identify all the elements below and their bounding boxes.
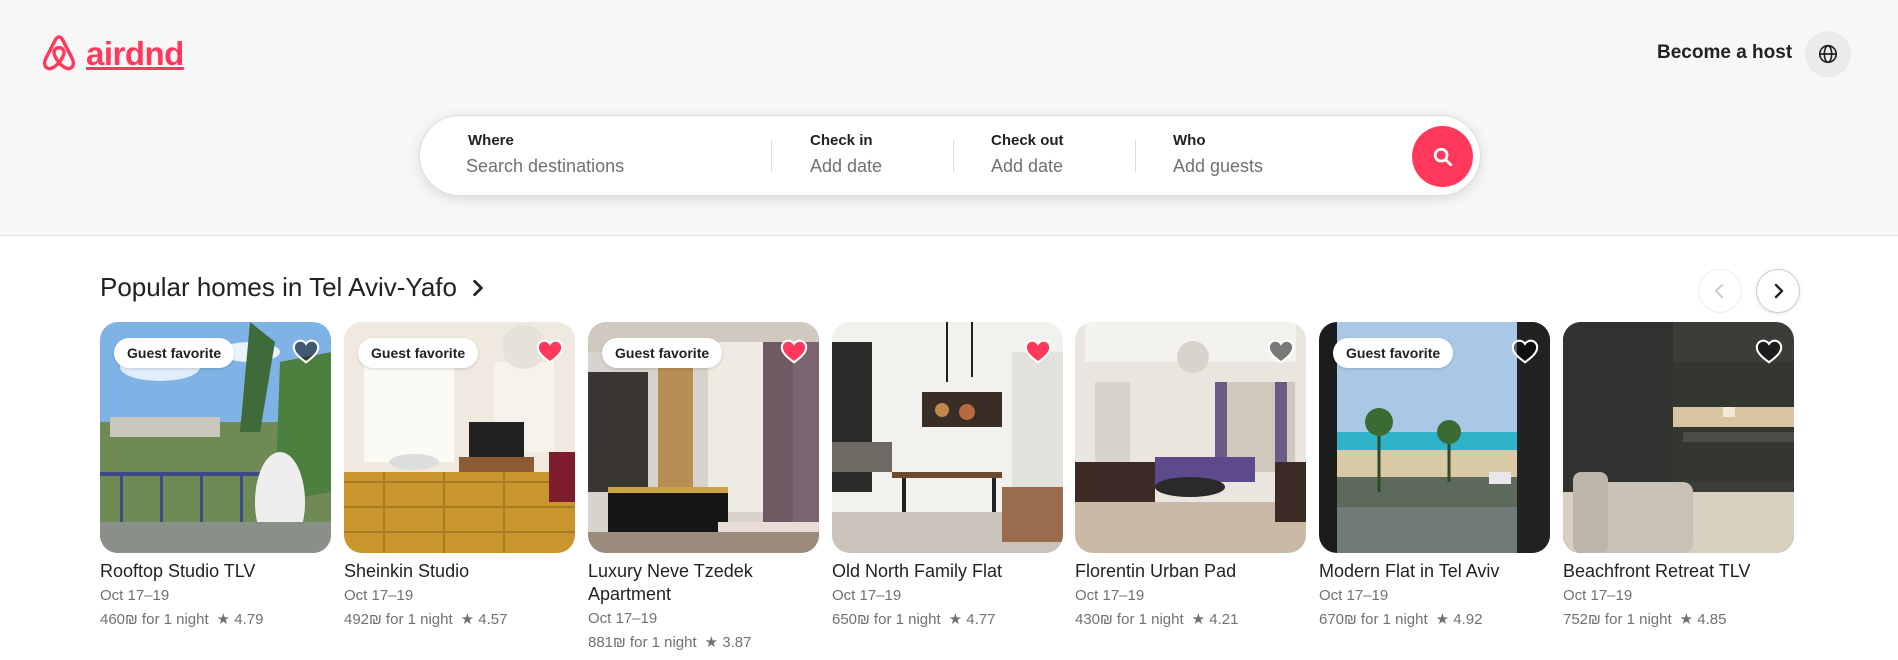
heart-icon[interactable] bbox=[291, 336, 321, 366]
listing-price: 670₪ for 1 night bbox=[1319, 611, 1428, 628]
listing-price-rating: 752₪ for 1 night ★ 4.85 bbox=[1563, 610, 1794, 630]
listing-title[interactable]: Modern Flat in Tel Aviv bbox=[1319, 560, 1550, 583]
listing-card[interactable]: Guest favorite Luxury Neve Tzedek Apartm… bbox=[588, 322, 819, 653]
listing-photo[interactable]: Guest favorite bbox=[100, 322, 331, 553]
listing-rating: 3.87 bbox=[722, 634, 752, 651]
checkin-input[interactable]: Add date bbox=[810, 156, 882, 177]
guest-favorite-badge: Guest favorite bbox=[358, 338, 479, 368]
listing-rating: 4.57 bbox=[478, 611, 508, 628]
search-bar: Where Search destinations Check in Add d… bbox=[419, 115, 1481, 196]
listing-card[interactable]: Guest favorite Sheinkin Studio Oct 17–19… bbox=[344, 322, 575, 630]
search-icon bbox=[1433, 147, 1452, 166]
listing-rating: 4.21 bbox=[1209, 611, 1239, 628]
star-icon: ★ bbox=[948, 611, 963, 628]
heart-icon[interactable] bbox=[535, 336, 565, 366]
listing-price: 492₪ for 1 night bbox=[344, 611, 453, 628]
logo[interactable]: airdnd bbox=[38, 33, 184, 75]
checkin-field[interactable]: Check in Add date bbox=[772, 116, 952, 197]
listing-price-rating: 650₪ for 1 night ★ 4.77 bbox=[832, 610, 1063, 630]
listing-dates: Oct 17–19 bbox=[832, 587, 902, 604]
heart-icon[interactable] bbox=[779, 336, 809, 366]
listing-price: 460₪ for 1 night bbox=[100, 611, 209, 628]
listing-title[interactable]: Beachfront Retreat TLV bbox=[1563, 560, 1794, 583]
guest-favorite-badge: Guest favorite bbox=[114, 338, 235, 368]
listing-photo[interactable]: Guest favorite bbox=[344, 322, 575, 553]
star-icon: ★ bbox=[460, 611, 475, 628]
listing-dates: Oct 17–19 bbox=[344, 587, 414, 604]
listing-title[interactable]: Sheinkin Studio bbox=[344, 560, 575, 583]
listing-dates: Oct 17–19 bbox=[100, 587, 170, 604]
listing-price-rating: 430₪ for 1 night ★ 4.21 bbox=[1075, 610, 1306, 630]
listing-price-rating: 492₪ for 1 night ★ 4.57 bbox=[344, 610, 575, 630]
listing-rating: 4.85 bbox=[1697, 611, 1727, 628]
heart-icon[interactable] bbox=[1754, 336, 1784, 366]
heart-icon[interactable] bbox=[1510, 336, 1540, 366]
star-icon: ★ bbox=[1435, 611, 1450, 628]
star-icon: ★ bbox=[1191, 611, 1206, 628]
checkout-field[interactable]: Check out Add date bbox=[954, 116, 1134, 197]
listing-card[interactable]: Florentin Urban Pad Oct 17–19 430₪ for 1… bbox=[1075, 322, 1306, 630]
carousel-next-button[interactable] bbox=[1756, 269, 1800, 313]
globe-icon bbox=[1818, 44, 1838, 64]
listing-rating: 4.79 bbox=[234, 611, 264, 628]
chevron-left-icon bbox=[1715, 284, 1723, 298]
listing-photo[interactable] bbox=[1075, 322, 1306, 553]
listing-card[interactable]: Old North Family Flat Oct 17–19 650₪ for… bbox=[832, 322, 1063, 630]
listing-photo[interactable]: Guest favorite bbox=[588, 322, 819, 553]
search-button[interactable] bbox=[1412, 126, 1473, 187]
checkout-input[interactable]: Add date bbox=[991, 156, 1063, 177]
listing-card[interactable]: Beachfront Retreat TLV Oct 17–19 752₪ fo… bbox=[1563, 322, 1794, 630]
star-icon: ★ bbox=[1679, 611, 1694, 628]
header: airdnd Become a host Where Search destin… bbox=[0, 0, 1898, 236]
listing-price-rating: 881₪ for 1 night ★ 3.87 bbox=[588, 633, 819, 653]
listing-rating: 4.92 bbox=[1453, 611, 1483, 628]
listing-title[interactable]: Rooftop Studio TLV bbox=[100, 560, 331, 583]
checkin-label: Check in bbox=[810, 132, 873, 149]
become-host-link[interactable]: Become a host bbox=[1657, 42, 1792, 64]
airbnb-logo-icon bbox=[42, 35, 76, 71]
listing-rating: 4.77 bbox=[966, 611, 996, 628]
listing-title[interactable]: Old North Family Flat bbox=[832, 560, 1063, 583]
carousel-prev-button[interactable] bbox=[1698, 269, 1742, 313]
listing-photo[interactable] bbox=[1563, 322, 1794, 553]
checkout-label: Check out bbox=[991, 132, 1064, 149]
listing-title[interactable]: Florentin Urban Pad bbox=[1075, 560, 1306, 583]
guest-favorite-badge: Guest favorite bbox=[602, 338, 723, 368]
chevron-right-icon bbox=[473, 279, 483, 296]
language-button[interactable] bbox=[1805, 31, 1851, 77]
listing-price-rating: 460₪ for 1 night ★ 4.79 bbox=[100, 610, 331, 630]
where-field[interactable]: Where Search destinations bbox=[420, 116, 770, 197]
star-icon: ★ bbox=[216, 611, 231, 628]
listing-photo[interactable]: Guest favorite bbox=[1319, 322, 1550, 553]
brand-name: airdnd bbox=[86, 35, 184, 72]
heart-icon[interactable] bbox=[1266, 336, 1296, 366]
listing-price-rating: 670₪ for 1 night ★ 4.92 bbox=[1319, 610, 1550, 630]
listing-photo[interactable] bbox=[832, 322, 1063, 553]
listing-price: 881₪ for 1 night bbox=[588, 634, 697, 651]
listing-price: 752₪ for 1 night bbox=[1563, 611, 1672, 628]
listing-dates: Oct 17–19 bbox=[588, 610, 658, 627]
listing-title[interactable]: Luxury Neve Tzedek Apartment bbox=[588, 560, 819, 606]
where-label: Where bbox=[468, 132, 514, 149]
who-input[interactable]: Add guests bbox=[1173, 156, 1263, 177]
section-title[interactable]: Popular homes in Tel Aviv-Yafo bbox=[100, 272, 487, 303]
listing-card[interactable]: Guest favorite Rooftop Studio TLV Oct 17… bbox=[100, 322, 331, 630]
listing-dates: Oct 17–19 bbox=[1563, 587, 1633, 604]
listing-dates: Oct 17–19 bbox=[1319, 587, 1389, 604]
listing-price: 650₪ for 1 night bbox=[832, 611, 941, 628]
listing-price: 430₪ for 1 night bbox=[1075, 611, 1184, 628]
who-field[interactable]: Who Add guests bbox=[1136, 116, 1406, 197]
section-title-text: Popular homes in Tel Aviv-Yafo bbox=[100, 272, 457, 302]
star-icon: ★ bbox=[704, 634, 719, 651]
heart-icon[interactable] bbox=[1023, 336, 1053, 366]
listing-card[interactable]: Guest favorite Modern Flat in Tel Aviv O… bbox=[1319, 322, 1550, 630]
who-label: Who bbox=[1173, 132, 1206, 149]
chevron-right-icon bbox=[1774, 283, 1784, 299]
where-input[interactable]: Search destinations bbox=[466, 156, 624, 177]
listing-dates: Oct 17–19 bbox=[1075, 587, 1145, 604]
guest-favorite-badge: Guest favorite bbox=[1333, 338, 1454, 368]
